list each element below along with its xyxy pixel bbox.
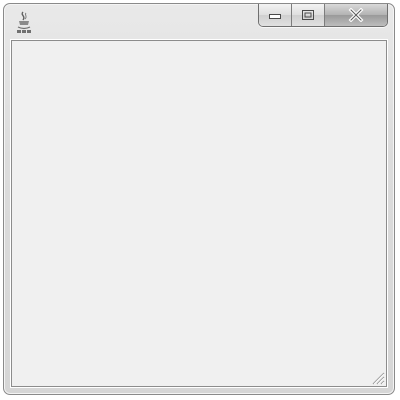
minimize-button[interactable] <box>259 4 292 26</box>
java-duke-icon[interactable] <box>14 10 34 36</box>
title-bar[interactable] <box>4 4 394 40</box>
close-icon <box>348 8 364 22</box>
client-area[interactable] <box>11 40 387 387</box>
minimize-icon <box>269 14 281 19</box>
close-button[interactable] <box>325 4 387 26</box>
maximize-icon <box>302 10 314 20</box>
caption-buttons <box>258 4 388 27</box>
resize-grip-icon[interactable] <box>369 369 385 385</box>
maximize-button[interactable] <box>292 4 325 26</box>
app-window <box>3 3 395 395</box>
